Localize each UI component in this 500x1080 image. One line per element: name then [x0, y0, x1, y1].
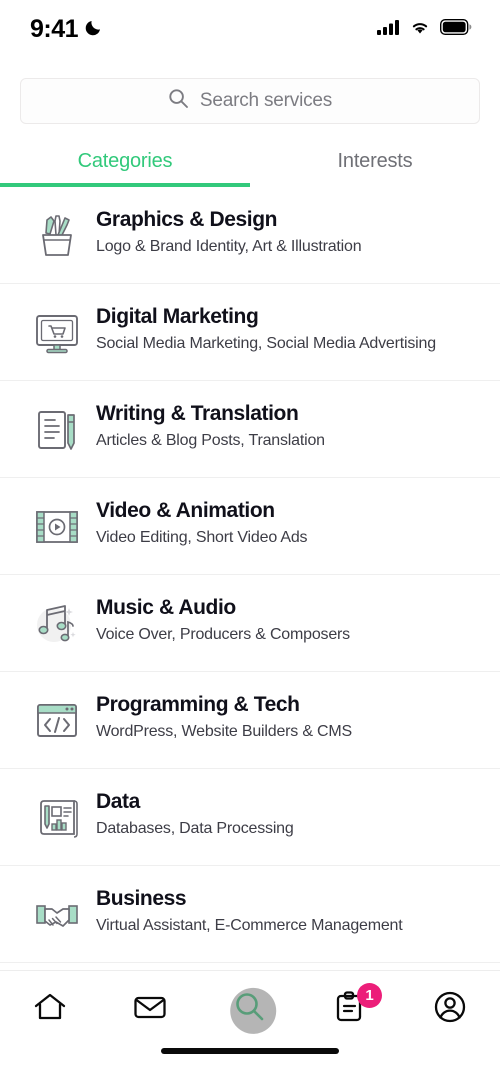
home-indicator[interactable] [161, 1048, 339, 1054]
tab-bar: Categories Interests [0, 144, 500, 187]
nav-item-account[interactable] [400, 971, 500, 1048]
tab-interests[interactable]: Interests [250, 144, 500, 187]
list-item-text: Video & Animation Video Editing, Short V… [96, 498, 482, 550]
account-circle-icon [431, 988, 469, 1031]
category-title: Programming & Tech [96, 693, 300, 716]
list-item-text: Graphics & Design Logo & Brand Identity,… [96, 207, 482, 259]
data-chart-icon [18, 789, 96, 847]
category-title: Business [96, 887, 187, 910]
active-tab-indicator [0, 183, 250, 187]
monitor-cart-icon [18, 304, 96, 362]
category-title: Digital Marketing [96, 305, 259, 328]
cellular-signal-icon [377, 19, 400, 40]
list-item[interactable]: Business Virtual Assistant, E-Commerce M… [0, 866, 500, 963]
list-item-text: Data Databases, Data Processing [96, 789, 482, 841]
list-item[interactable]: Writing & Translation Articles & Blog Po… [0, 381, 500, 478]
music-notes-icon [18, 595, 96, 653]
search-icon [168, 88, 189, 114]
handshake-icon [18, 886, 96, 944]
nav-item-inbox[interactable] [100, 971, 200, 1048]
list-item[interactable]: Music & Audio Voice Over, Producers & Co… [0, 575, 500, 672]
list-item-text: Digital Marketing Social Media Marketing… [96, 304, 482, 356]
list-item-text: Programming & Tech WordPress, Website Bu… [96, 692, 482, 744]
category-title: Music & Audio [96, 596, 236, 619]
category-subtitle: Social Media Marketing, Social Media Adv… [96, 335, 436, 353]
category-title: Data [96, 790, 140, 813]
category-subtitle: Articles & Blog Posts, Translation [96, 432, 325, 450]
search-section: Search services [0, 58, 500, 124]
status-bar-left: 9:41 [30, 15, 104, 44]
film-play-icon [18, 498, 96, 556]
mobile-app-screen: 9:41 Search services Categories Interest… [0, 0, 500, 1080]
pencil-cup-icon [18, 207, 96, 265]
status-bar-right [377, 18, 472, 40]
list-item-text: Music & Audio Voice Over, Producers & Co… [96, 595, 482, 647]
nav-item-search[interactable] [200, 971, 300, 1048]
bottom-navigation-bar: 1 [0, 970, 500, 1048]
list-item[interactable]: Data Databases, Data Processing [0, 769, 500, 866]
category-subtitle: Voice Over, Producers & Composers [96, 626, 350, 644]
list-item-text: Writing & Translation Articles & Blog Po… [96, 401, 482, 453]
status-bar: 9:41 [0, 0, 500, 58]
search-input[interactable]: Search services [20, 78, 480, 124]
mail-icon [131, 988, 169, 1031]
search-tap-ripple [230, 987, 277, 1034]
browser-code-icon [18, 692, 96, 750]
category-subtitle: WordPress, Website Builders & CMS [96, 723, 353, 741]
nav-item-home[interactable] [0, 971, 100, 1048]
category-subtitle: Logo & Brand Identity, Art & Illustratio… [96, 238, 362, 256]
nav-item-orders[interactable]: 1 [300, 971, 400, 1048]
tab-categories[interactable]: Categories [0, 144, 250, 187]
list-item[interactable]: Digital Marketing Social Media Marketing… [0, 284, 500, 381]
category-title: Writing & Translation [96, 402, 299, 425]
wifi-icon [409, 19, 431, 40]
list-item[interactable]: Video & Animation Video Editing, Short V… [0, 478, 500, 575]
category-title: Graphics & Design [96, 208, 278, 231]
orders-badge: 1 [357, 983, 382, 1008]
category-subtitle: Video Editing, Short Video Ads [96, 529, 308, 547]
home-icon [31, 988, 69, 1031]
search-placeholder: Search services [199, 90, 333, 111]
category-list: Graphics & Design Logo & Brand Identity,… [0, 187, 500, 970]
category-title: Video & Animation [96, 499, 275, 522]
category-subtitle: Virtual Assistant, E-Commerce Management [96, 917, 403, 935]
list-item-text: Business Virtual Assistant, E-Commerce M… [96, 886, 482, 938]
document-pen-icon [18, 401, 96, 459]
home-indicator-area [0, 1048, 500, 1080]
battery-full-icon [439, 18, 472, 40]
list-item[interactable]: Graphics & Design Logo & Brand Identity,… [0, 187, 500, 284]
category-subtitle: Databases, Data Processing [96, 820, 294, 838]
list-item[interactable]: Programming & Tech WordPress, Website Bu… [0, 672, 500, 769]
status-bar-time: 9:41 [30, 14, 79, 43]
moon-icon [84, 17, 104, 42]
